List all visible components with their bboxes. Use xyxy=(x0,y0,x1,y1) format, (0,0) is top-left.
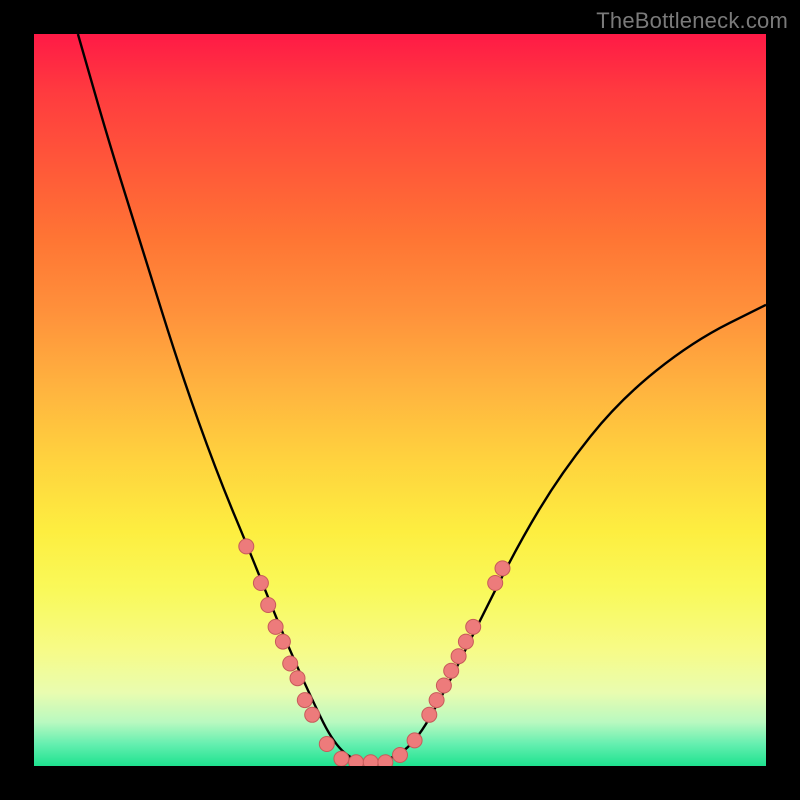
data-point-marker xyxy=(429,693,444,708)
data-point-marker xyxy=(334,751,349,766)
chart-frame: TheBottleneck.com xyxy=(0,0,800,800)
data-point-marker xyxy=(444,663,459,678)
data-point-marker xyxy=(275,634,290,649)
chart-svg xyxy=(34,34,766,766)
data-point-marker xyxy=(305,707,320,722)
data-point-marker xyxy=(378,755,393,766)
plot-area xyxy=(34,34,766,766)
data-point-marker xyxy=(253,576,268,591)
watermark-text: TheBottleneck.com xyxy=(596,8,788,34)
data-point-marker xyxy=(458,634,473,649)
data-point-marker xyxy=(319,737,334,752)
data-point-marker xyxy=(239,539,254,554)
data-point-marker xyxy=(297,693,312,708)
curve-markers xyxy=(239,539,510,766)
data-point-marker xyxy=(261,598,276,613)
bottleneck-curve xyxy=(78,34,766,762)
data-point-marker xyxy=(349,755,364,766)
data-point-marker xyxy=(407,733,422,748)
data-point-marker xyxy=(422,707,437,722)
data-point-marker xyxy=(290,671,305,686)
data-point-marker xyxy=(466,619,481,634)
data-point-marker xyxy=(393,748,408,763)
data-point-marker xyxy=(268,619,283,634)
data-point-marker xyxy=(488,576,503,591)
data-point-marker xyxy=(363,755,378,766)
data-point-marker xyxy=(436,678,451,693)
data-point-marker xyxy=(451,649,466,664)
data-point-marker xyxy=(283,656,298,671)
data-point-marker xyxy=(495,561,510,576)
